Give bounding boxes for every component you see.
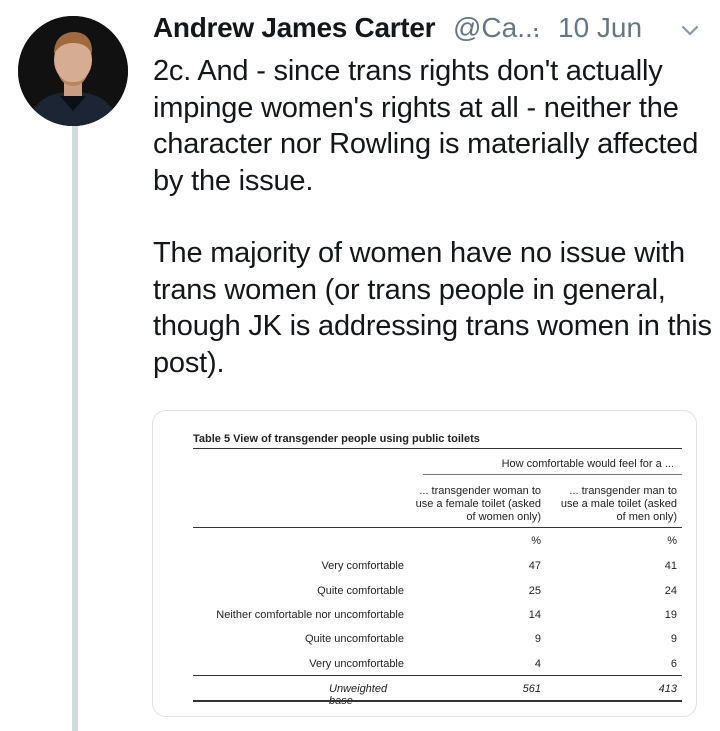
row-value-women: 25: [528, 585, 541, 597]
base-value-men: 413: [658, 683, 677, 695]
row-label: Quite comfortable: [317, 585, 404, 597]
author-avatar[interactable]: [18, 16, 128, 126]
row-value-men: 6: [670, 658, 677, 670]
attached-image-table[interactable]: Table 5 View of transgender people using…: [152, 410, 697, 717]
row-value-men: 41: [664, 560, 677, 572]
row-value-men: 19: [664, 609, 677, 621]
table-bottom-rule: [193, 700, 682, 702]
row-value-women: 14: [528, 609, 541, 621]
user-avatar-icon: [18, 16, 128, 126]
table-top-rule: [193, 448, 682, 449]
header-rule: [193, 527, 682, 528]
base-top-rule: [193, 675, 682, 676]
base-label: Unweighted base: [329, 683, 388, 707]
column-header-women: ... transgender woman to use a female to…: [415, 485, 541, 523]
base-value-women: 561: [522, 683, 541, 695]
row-value-women: 9: [534, 633, 541, 645]
table-title: Table 5 View of transgender people using…: [193, 433, 480, 445]
tweet-body: 2c. And - since trans rights don't actua…: [153, 53, 713, 381]
header-separator: ·: [531, 12, 541, 43]
tweet-paragraph: 2c. And - since trans rights don't actua…: [153, 55, 699, 197]
tweet-paragraph: The majority of women have no issue with…: [153, 237, 712, 379]
author-handle[interactable]: @Ca...: [453, 12, 541, 44]
row-label: Neither comfortable nor uncomfortable: [216, 609, 404, 621]
row-value-women: 4: [534, 658, 541, 670]
unit-women: %: [531, 535, 541, 547]
author-name[interactable]: Andrew James Carter: [153, 12, 436, 44]
unit-men: %: [667, 535, 677, 547]
row-value-men: 9: [670, 633, 677, 645]
table-heading: How comfortable would feel for a ...: [501, 458, 674, 470]
tweet-header: Andrew James Carter @Ca... · 10 Jun: [153, 10, 713, 50]
row-value-women: 47: [528, 560, 541, 572]
column-header-men: ... transgender man to use a male toilet…: [560, 485, 677, 523]
thread-connector-line: [72, 122, 78, 731]
row-value-men: 24: [664, 585, 677, 597]
row-label: Very comfortable: [321, 560, 404, 572]
row-label: Very uncomfortable: [309, 658, 404, 670]
tweet-date[interactable]: 10 Jun: [558, 12, 642, 44]
row-label: Quite uncomfortable: [304, 633, 404, 645]
chevron-down-icon[interactable]: [679, 20, 701, 42]
heading-rule: [423, 474, 682, 475]
